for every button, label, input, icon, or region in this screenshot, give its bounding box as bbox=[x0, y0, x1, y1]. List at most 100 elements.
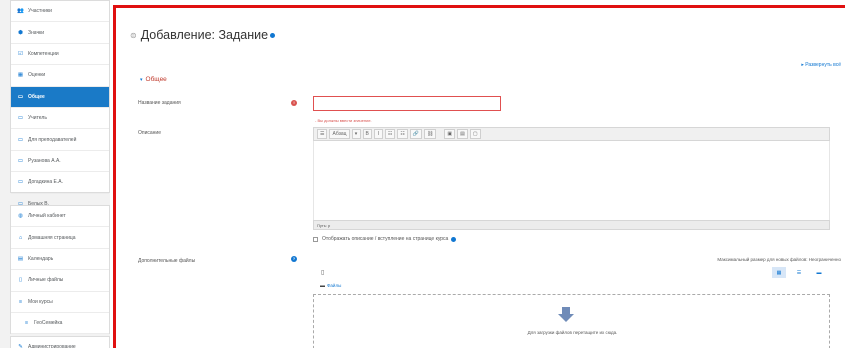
name-field-label: Название задания bbox=[138, 100, 181, 106]
courses-icon: ≡ bbox=[18, 298, 23, 305]
expand-all-label: Развернуть всё bbox=[805, 62, 841, 68]
sidebar-item-course-5[interactable]: ▭ Учитель bbox=[11, 108, 109, 130]
badge-icon: ⬢ bbox=[18, 29, 23, 36]
required-icon: ! bbox=[291, 100, 297, 106]
editor-toolbar-button-2[interactable]: ▾ bbox=[351, 129, 361, 139]
editor-toolbar-button-12[interactable]: ▢ bbox=[469, 129, 481, 139]
sidebar: 👥 Участники ⬢ Значки ☑ Компетенции ▦ Оценки ▭ Общ… bbox=[0, 0, 110, 348]
sidebar-item-site-2[interactable]: ▤ Календарь bbox=[11, 249, 109, 271]
editor-toolbar-button-1[interactable]: Абзац bbox=[329, 129, 350, 139]
sidebar-item-label: Учитель bbox=[28, 115, 47, 122]
editor-toolbar-button-11[interactable]: ▤ bbox=[457, 129, 468, 139]
sidebar-item-course-0[interactable]: 👥 Участники bbox=[11, 1, 109, 23]
display-description-label: Отображать описание / вступление на стра… bbox=[322, 236, 449, 242]
sidebar-nav-admin: ✎ Администрирование bbox=[10, 336, 110, 348]
course-icon: ≡ bbox=[24, 320, 29, 327]
sidebar-item-label: Личный кабинет bbox=[28, 213, 66, 220]
sidebar-item-label: Компетенции bbox=[28, 50, 59, 57]
file-path-label: Файлы bbox=[327, 283, 342, 288]
additional-files-label: Дополнительные файлы bbox=[138, 258, 196, 264]
description-editor[interactable] bbox=[313, 141, 830, 220]
editor-toolbar: ☰ Абзац ▾ B I ☷ ☷ 🔗 ⛓ ▣ ▤ ▢ bbox=[313, 127, 830, 141]
help-icon[interactable] bbox=[270, 32, 276, 38]
tree-view-button[interactable]: ▬ bbox=[812, 267, 826, 278]
sidebar-item-label: Администрирование bbox=[28, 344, 76, 348]
list-view-button[interactable]: ☰ bbox=[792, 267, 806, 278]
sidebar-item-course-1[interactable]: ⬢ Значки bbox=[11, 22, 109, 44]
sidebar-item-label: Мои курсы bbox=[28, 298, 53, 305]
sidebar-nav-course: 👥 Участники ⬢ Значки ☑ Компетенции ▦ Оценки ▭ Общ… bbox=[10, 0, 110, 215]
editor-toolbar-button-7[interactable]: 🔗 bbox=[409, 129, 423, 139]
folder-icon: ▭ bbox=[17, 136, 24, 143]
max-size-text: Максимальный размер для новых файлов: Не… bbox=[717, 257, 841, 262]
editor-toolbar-button-3[interactable]: B bbox=[362, 129, 372, 139]
folder-icon: ▭ bbox=[17, 115, 24, 122]
section-general-toggle[interactable]: ▾ Общее bbox=[140, 76, 167, 83]
description-field-label: Описание bbox=[138, 130, 162, 136]
competencies-icon: ☑ bbox=[18, 50, 23, 57]
sidebar-item-course-6[interactable]: ▭ Для преподавателей bbox=[11, 129, 109, 151]
add-file-icon[interactable]: ▯ bbox=[321, 269, 324, 276]
folder-icon: ▭ bbox=[17, 157, 24, 164]
file-path-breadcrumb[interactable]: ▬ Файлы bbox=[320, 283, 341, 289]
sidebar-item-course-7[interactable]: ▭ Рузанова А.А. bbox=[11, 151, 109, 173]
file-icon: ▯ bbox=[18, 277, 23, 284]
sidebar-item-admin-0[interactable]: ✎ Администрирование bbox=[11, 337, 109, 348]
display-description-checkbox[interactable] bbox=[313, 236, 318, 242]
help-icon[interactable] bbox=[451, 236, 457, 242]
editor-toolbar-button-5[interactable]: ☷ bbox=[384, 129, 396, 139]
wrench-icon: ✎ bbox=[18, 344, 23, 348]
dropzone-text: Для загрузки файлов перетащите их сюда. bbox=[527, 330, 618, 335]
sidebar-item-site-4[interactable]: ≡ Мои курсы bbox=[11, 292, 109, 313]
sidebar-item-course-8[interactable]: ▭ Догадкина Е.А. bbox=[11, 172, 109, 194]
page-title-text: Добавление: Задание bbox=[140, 28, 269, 42]
home-icon: ⌂ bbox=[18, 234, 23, 241]
sidebar-item-label: Для преподавателей bbox=[28, 136, 77, 143]
sidebar-item-site-3[interactable]: ▯ Личные файлы bbox=[11, 270, 109, 292]
expand-all-link[interactable]: ▸ Развернуть всё bbox=[801, 62, 841, 68]
display-description-row: Отображать описание / вступление на стра… bbox=[313, 236, 457, 242]
sidebar-item-site-5[interactable]: ≡ ГеоСемейка bbox=[11, 313, 109, 335]
info-icon[interactable]: ? bbox=[291, 256, 297, 262]
file-view-switcher: ▦ ☰ ▬ bbox=[772, 267, 826, 278]
sidebar-item-label: Личные файлы bbox=[28, 277, 64, 284]
page-title: ⊜ Добавление: Задание bbox=[130, 28, 276, 42]
sidebar-item-label: Догадкина Е.А. bbox=[28, 179, 63, 186]
editor-toolbar-button-10[interactable]: ▣ bbox=[444, 129, 456, 139]
dashboard-icon: ◍ bbox=[18, 213, 23, 220]
sidebar-item-label: Значки bbox=[28, 29, 45, 36]
sidebar-item-label: ГеоСемейка bbox=[34, 320, 63, 327]
sidebar-item-course-4[interactable]: ▭ Общее bbox=[11, 86, 109, 108]
sidebar-item-label: Рузанова А.А. bbox=[28, 157, 61, 164]
sidebar-item-course-3[interactable]: ▦ Оценки bbox=[11, 65, 109, 87]
editor-toolbar-button-4[interactable]: I bbox=[373, 129, 383, 139]
caret-down-icon: ▾ bbox=[140, 77, 143, 83]
section-general-label: Общее bbox=[145, 76, 167, 83]
sidebar-item-site-1[interactable]: ⌂ Домашняя страница bbox=[11, 227, 109, 249]
sidebar-item-label: Календарь bbox=[28, 255, 54, 262]
editor-status-bar: Путь: p bbox=[313, 220, 830, 230]
grades-icon: ▦ bbox=[17, 72, 24, 79]
sidebar-item-label: Общее bbox=[28, 93, 45, 100]
folder-icon: ▭ bbox=[17, 179, 24, 186]
folder-icon: ▬ bbox=[320, 283, 325, 289]
assignment-icon: ⊜ bbox=[130, 30, 137, 40]
sidebar-item-site-0[interactable]: ◍ Личный кабинет bbox=[11, 206, 109, 228]
name-error-text: - Вы должны ввести значение. bbox=[315, 118, 372, 123]
sidebar-item-label: Оценки bbox=[28, 72, 46, 79]
main-content: ⊜ Добавление: Задание ▸ Развернуть всё ▾… bbox=[113, 5, 845, 348]
sidebar-item-label: Участники bbox=[28, 8, 52, 15]
editor-toolbar-button-6[interactable]: ☷ bbox=[397, 129, 408, 139]
file-picker-toolbar: ▯ ▦ ☰ ▬ bbox=[313, 263, 830, 282]
sidebar-item-course-2[interactable]: ☑ Компетенции bbox=[11, 44, 109, 66]
folder-icon: ▭ bbox=[17, 93, 24, 100]
sidebar-item-label: Домашняя страница bbox=[28, 234, 76, 241]
editor-toolbar-button-8[interactable]: ⛓ bbox=[424, 129, 437, 139]
assignment-name-input[interactable] bbox=[313, 96, 501, 111]
users-icon: 👥 bbox=[17, 8, 24, 15]
file-dropzone[interactable]: Для загрузки файлов перетащите их сюда. bbox=[313, 294, 830, 348]
calendar-icon: ▤ bbox=[17, 255, 24, 262]
editor-toolbar-button-0[interactable]: ☰ bbox=[317, 129, 328, 139]
icon-view-button[interactable]: ▦ bbox=[772, 267, 786, 278]
sidebar-nav-site: ◍ Личный кабинет ⌂ Домашняя страница ▤ Календ… bbox=[10, 205, 110, 335]
